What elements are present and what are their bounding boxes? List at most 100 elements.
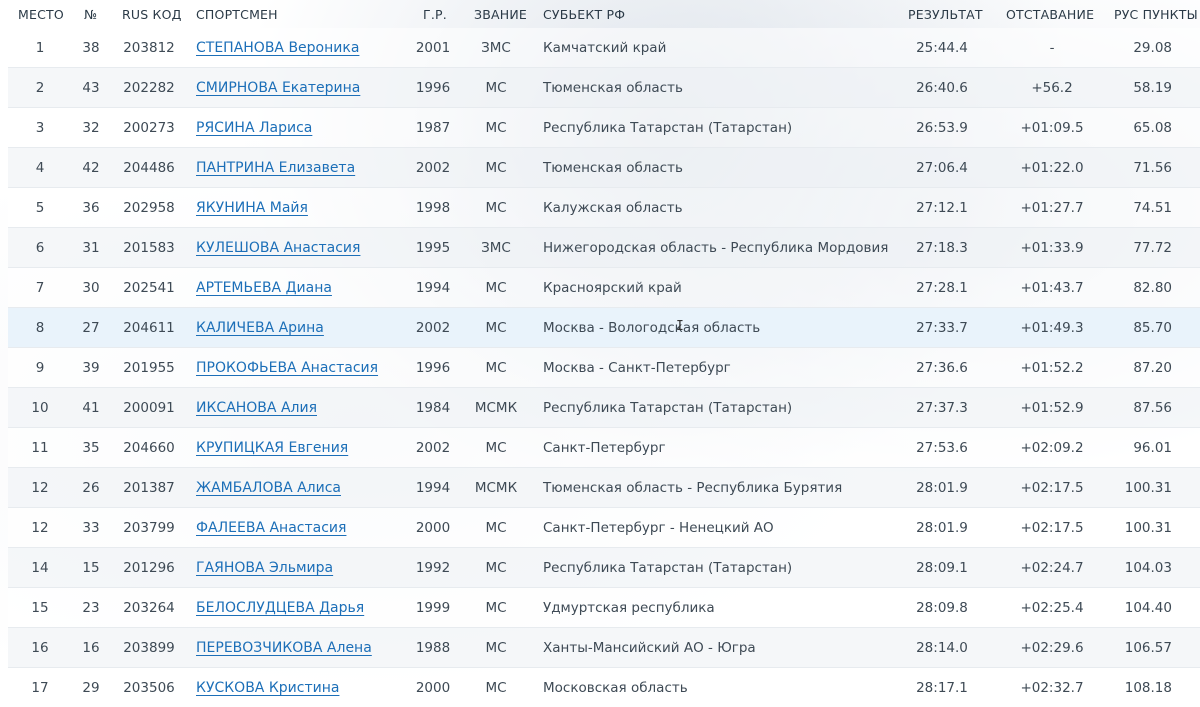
table-row[interactable]: 4 42 204486 ПАНТРИНА Елизавета 2002 МС Тюменск… <box>8 148 1200 188</box>
region-cell: Республика Татарстан (Татарстан) <box>543 559 793 576</box>
table-row[interactable]: 1 38 203812 СТЕПАНОВА Вероника 2001 ЗМС Камчат… <box>8 28 1200 68</box>
bib-number-cell: 42 <box>82 159 100 176</box>
athlete-name-link[interactable]: СТЕПАНОВА Вероника <box>196 40 359 56</box>
bib-number-cell: 38 <box>82 39 100 56</box>
table-row[interactable]: 10 41 200091 ИКСАНОВА Алия 1984 МСМК Республик… <box>8 388 1200 428</box>
rus-code-cell: 202541 <box>123 279 175 296</box>
results-table: МЕСТО № RUS КОД СПОРТСМЕН Г.Р. ЗВАНИЕ СУ… <box>0 0 1200 707</box>
athlete-name-link[interactable]: ГАЯНОВА Эльмира <box>196 560 333 576</box>
region-cell: Москва - Вологодская область <box>543 319 761 336</box>
rus-code-cell: 200273 <box>123 119 175 136</box>
birth-year-cell: 1995 <box>415 239 451 256</box>
athlete-name-link[interactable]: КУСКОВА Кристина <box>196 680 339 696</box>
place-cell: 12 <box>31 519 49 536</box>
points-cell: 65.08 <box>1133 119 1172 136</box>
table-row[interactable]: 9 39 201955 ПРОКОФЬЕВА Анастасия 1996 МС Москв… <box>8 348 1200 388</box>
athlete-name-link[interactable]: ЖАМБАЛОВА Алиса <box>196 480 341 496</box>
athlete-cell: БЕЛОСЛУДЦЕВА Дарья <box>196 600 364 616</box>
points-cell: 104.03 <box>1124 559 1172 576</box>
header-rus-code[interactable]: RUS КОД <box>122 7 182 22</box>
place-cell: 7 <box>35 279 45 296</box>
result-cell: 28:01.9 <box>916 479 968 496</box>
table-row[interactable]: 3 32 200273 РЯСИНА Лариса 1987 МС Республика Т… <box>8 108 1200 148</box>
points-cell: 100.31 <box>1124 519 1172 536</box>
athlete-name-link[interactable]: СМИРНОВА Екатерина <box>196 80 360 96</box>
athlete-cell: ПЕРЕВОЗЧИКОВА Алена <box>196 640 372 656</box>
birth-year-cell: 2001 <box>415 39 451 56</box>
table-row[interactable]: 5 36 202958 ЯКУНИНА Майя 1998 МС Калужская обл… <box>8 188 1200 228</box>
table-row[interactable]: 7 30 202541 АРТЕМЬЕВА Диана 1994 МС Красноярск… <box>8 268 1200 308</box>
bib-number-cell: 23 <box>82 599 100 616</box>
athlete-name-link[interactable]: АРТЕМЬЕВА Диана <box>196 280 332 296</box>
result-cell: 27:53.6 <box>916 439 968 456</box>
gap-cell: +02:17.5 <box>1020 519 1084 536</box>
rus-code-cell: 202282 <box>123 79 175 96</box>
region-cell: Московская область <box>543 679 688 696</box>
table-row[interactable]: 11 35 204660 КРУПИЦКАЯ Евгения 2002 МС Санкт-П… <box>8 428 1200 468</box>
table-row[interactable]: 15 23 203264 БЕЛОСЛУДЦЕВА Дарья 1999 МС Удмурт… <box>8 588 1200 628</box>
athlete-name-link[interactable]: БЕЛОСЛУДЦЕВА Дарья <box>196 600 364 616</box>
athlete-name-link[interactable]: КАЛИЧЕВА Арина <box>196 320 324 336</box>
place-cell: 1 <box>35 39 45 56</box>
table-row[interactable]: 14 15 201296 ГАЯНОВА Эльмира 1992 МС Республик… <box>8 548 1200 588</box>
birth-year-cell: 1996 <box>415 359 451 376</box>
table-row[interactable]: 6 31 201583 КУЛЕШОВА Анастасия 1995 ЗМС Нижего… <box>8 228 1200 268</box>
athlete-name-link[interactable]: ФАЛЕЕВА Анастасия <box>196 520 346 536</box>
header-gap[interactable]: ОТСТАВАНИЕ <box>1006 7 1094 22</box>
rus-code-cell: 202958 <box>123 199 175 216</box>
table-row[interactable]: 12 33 203799 ФАЛЕЕВА Анастасия 2000 МС Санкт-П… <box>8 508 1200 548</box>
points-cell: 82.80 <box>1133 279 1172 296</box>
result-cell: 27:06.4 <box>916 159 968 176</box>
athlete-name-link[interactable]: КУЛЕШОВА Анастасия <box>196 240 360 256</box>
header-points[interactable]: РУС ПУНКТЫ <box>1114 7 1198 22</box>
header-region[interactable]: СУБЬЕКТ РФ <box>543 7 625 22</box>
header-bib-number[interactable]: № <box>84 7 97 22</box>
table-row[interactable]: 17 29 203506 КУСКОВА Кристина 2000 МС Московск… <box>8 668 1200 707</box>
header-result[interactable]: РЕЗУЛЬТАТ <box>908 7 983 22</box>
table-row[interactable]: 16 16 203899 ПЕРЕВОЗЧИКОВА Алена 1988 МС Ханты… <box>8 628 1200 668</box>
gap-cell: +01:09.5 <box>1020 119 1084 136</box>
table-row[interactable]: 2 43 202282 СМИРНОВА Екатерина 1996 МС Тюменск… <box>8 68 1200 108</box>
rank-cell: ЗМС <box>481 39 511 56</box>
athlete-cell: ГАЯНОВА Эльмира <box>196 560 333 576</box>
athlete-name-link[interactable]: ИКСАНОВА Алия <box>196 400 317 416</box>
gap-cell: - <box>1049 39 1055 56</box>
athlete-name-link[interactable]: КРУПИЦКАЯ Евгения <box>196 440 348 456</box>
rank-cell: МС <box>485 279 507 296</box>
rus-code-cell: 201955 <box>123 359 175 376</box>
header-place[interactable]: МЕСТО <box>18 7 64 22</box>
header-rank[interactable]: ЗВАНИЕ <box>474 7 527 22</box>
table-row[interactable]: 8 27 204611 КАЛИЧЕВА Арина 2002 МС Москва - Во… <box>8 308 1200 348</box>
result-cell: 27:33.7 <box>916 319 968 336</box>
gap-cell: +02:09.2 <box>1020 439 1084 456</box>
header-birth-year[interactable]: Г.Р. <box>423 7 447 22</box>
rank-cell: МС <box>485 199 507 216</box>
place-cell: 8 <box>35 319 45 336</box>
rus-code-cell: 204611 <box>123 319 175 336</box>
result-cell: 27:18.3 <box>916 239 968 256</box>
gap-cell: +02:25.4 <box>1020 599 1084 616</box>
region-cell: Санкт-Петербург - Ненецкий АО <box>543 519 774 536</box>
place-cell: 16 <box>31 639 49 656</box>
region-cell: Тюменская область <box>543 159 683 176</box>
points-cell: 85.70 <box>1133 319 1172 336</box>
athlete-name-link[interactable]: ПРОКОФЬЕВА Анастасия <box>196 360 378 376</box>
bib-number-cell: 27 <box>82 319 100 336</box>
rank-cell: МС <box>485 559 507 576</box>
table-row[interactable]: 12 26 201387 ЖАМБАЛОВА Алиса 1994 МСМК Тюменск… <box>8 468 1200 508</box>
rus-code-cell: 203812 <box>123 39 175 56</box>
rus-code-cell: 200091 <box>123 399 175 416</box>
points-cell: 87.56 <box>1133 399 1172 416</box>
athlete-name-link[interactable]: ПЕРЕВОЗЧИКОВА Алена <box>196 640 372 656</box>
header-athlete[interactable]: СПОРТСМЕН <box>196 7 278 22</box>
athlete-name-link[interactable]: ЯКУНИНА Майя <box>196 200 308 216</box>
place-cell: 3 <box>35 119 45 136</box>
bib-number-cell: 36 <box>82 199 100 216</box>
result-cell: 27:12.1 <box>916 199 968 216</box>
rank-cell: ЗМС <box>481 239 511 256</box>
athlete-name-link[interactable]: ПАНТРИНА Елизавета <box>196 160 355 176</box>
athlete-cell: СМИРНОВА Екатерина <box>196 80 360 96</box>
athlete-cell: СТЕПАНОВА Вероника <box>196 40 359 56</box>
athlete-name-link[interactable]: РЯСИНА Лариса <box>196 120 312 136</box>
rus-code-cell: 203799 <box>123 519 175 536</box>
